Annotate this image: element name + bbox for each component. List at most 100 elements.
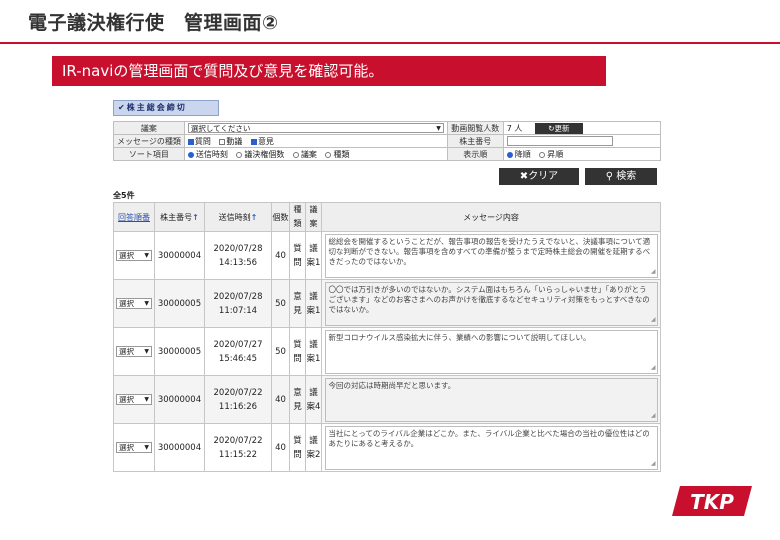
sort-type-label: 種類: [333, 149, 350, 159]
sort-sent-time-option[interactable]: 送信時刻: [187, 149, 228, 159]
agenda-header: 議案: [305, 202, 322, 232]
row-type-b: 見: [293, 401, 302, 412]
row-answer-select[interactable]: 選択 ▼: [116, 298, 152, 309]
row-sent-time: 2020/07/22 11:15:22: [204, 423, 272, 472]
checkbox-checked[interactable]: [250, 138, 257, 145]
row-select-value: 選択: [119, 251, 134, 260]
type-header-b: 類: [293, 219, 302, 228]
row-time: 11:07:14: [218, 305, 258, 316]
row-answer-select[interactable]: 選択 ▼: [116, 346, 152, 357]
banner-caption: IR-naviの管理画面で質問及び意見を確認可能。: [52, 56, 606, 86]
shareholder-no-header[interactable]: 株主番号↑: [154, 202, 205, 232]
row-type-a: 質: [293, 339, 302, 350]
row-agenda: 議案1: [305, 279, 322, 328]
row-select-cell: 選択 ▼: [113, 327, 155, 376]
radio-unselected[interactable]: [292, 151, 299, 158]
shareholder-no-header-label: 株主番号: [160, 212, 193, 222]
agenda-label: 議案: [113, 121, 185, 135]
row-agenda-b: 案1: [306, 257, 321, 268]
row-date: 2020/07/27: [213, 339, 263, 350]
row-message-text: 新型コロナウイルス感染拡大に伴う、業績への影響について説明してほしい。: [328, 332, 591, 342]
row-message-cell: 今回の対応は時期尚早だと思います。 ◢: [321, 375, 661, 424]
resize-grip-icon[interactable]: ◢: [651, 267, 656, 277]
row-date: 2020/07/28: [213, 243, 263, 254]
agenda-select[interactable]: 選択してください ▼: [187, 123, 444, 133]
sort-vote-count-label: 議決権個数: [244, 149, 285, 159]
close-meeting-button[interactable]: ✔ 株主総会締切: [113, 100, 219, 116]
row-message-text: 総総会を開催するということだが、報告事項の報告を受けたうえでないと、決議事項につ…: [328, 236, 651, 266]
row-answer-select[interactable]: 選択 ▼: [116, 250, 152, 261]
shareholder-no-input[interactable]: [506, 136, 613, 146]
radio-unselected[interactable]: [325, 151, 332, 158]
row-type-b: 問: [293, 353, 302, 364]
order-label: 表示順: [446, 147, 504, 161]
chevron-down-icon: ▼: [144, 300, 149, 307]
search-button[interactable]: ⚲ 検索: [585, 168, 657, 185]
row-count: 50: [271, 327, 290, 376]
row-answer-select[interactable]: 選択 ▼: [116, 394, 152, 405]
row-agenda-a: 議: [309, 435, 318, 446]
row-select-cell: 選択 ▼: [113, 279, 155, 328]
row-message-cell: 新型コロナウイルス感染拡大に伴う、業績への影響について説明してほしい。 ◢: [321, 327, 661, 376]
resize-grip-icon[interactable]: ◢: [651, 315, 656, 325]
resize-grip-icon[interactable]: ◢: [651, 459, 656, 469]
row-message-text: 〇〇では万引きが多いのではないか。システム面はもちろん「いらっしゃいませ」「あり…: [328, 284, 650, 314]
message-textarea[interactable]: 今回の対応は時期尚早だと思います。 ◢: [324, 377, 658, 422]
row-message-cell: 当社にとってのライバル企業はどこか。また、ライバル企業と比べた場合の当社の優位性…: [321, 423, 661, 472]
row-date: 2020/07/22: [213, 435, 263, 446]
search-icon: ⚲: [605, 171, 617, 182]
checkbox-unchecked[interactable]: [219, 138, 226, 145]
table-row: 選択 ▼ 30000005 2020/07/28 11:07:14 50 意見議案1 〇〇では…: [113, 279, 661, 328]
row-answer-select[interactable]: 選択 ▼: [116, 442, 152, 453]
sent-time-header-label: 送信時刻: [218, 212, 251, 222]
row-type-a: 質: [293, 435, 302, 446]
sent-time-header[interactable]: 送信時刻↑: [204, 202, 272, 232]
message-textarea[interactable]: 〇〇では万引きが多いのではないか。システム面はもちろん「いらっしゃいませ」「あり…: [324, 281, 658, 326]
row-agenda-b: 案2: [306, 449, 321, 460]
message-textarea[interactable]: 総総会を開催するということだが、報告事項の報告を受けたうえでないと、決議事項につ…: [324, 233, 658, 278]
sort-agenda-option[interactable]: 議案: [292, 150, 317, 159]
viewers-label: 動画閲覧人数: [446, 121, 504, 135]
radio-unselected[interactable]: [539, 151, 546, 158]
radio-selected[interactable]: [187, 151, 194, 158]
row-select-cell: 選択 ▼: [113, 375, 155, 424]
count-header: 個数: [271, 202, 290, 232]
row-message-cell: 〇〇では万引きが多いのではないか。システム面はもちろん「いらっしゃいませ」「あり…: [321, 279, 661, 328]
logo-text: TKP: [690, 490, 734, 514]
checkbox-checked[interactable]: [187, 138, 194, 145]
message-textarea[interactable]: 当社にとってのライバル企業はどこか。また、ライバル企業と比べた場合の当社の優位性…: [324, 425, 658, 470]
row-count: 40: [271, 375, 290, 424]
row-shareholder-no: 30000005: [154, 327, 205, 376]
row-sent-time: 2020/07/28 14:13:56: [204, 231, 272, 280]
row-type-a: 質: [293, 243, 302, 254]
msgtype-opinion-option[interactable]: 意見: [250, 137, 274, 146]
sort-type-option[interactable]: 種類: [325, 150, 349, 159]
order-asc-option[interactable]: 昇順: [539, 150, 563, 159]
sort-sent-time-label: 送信時刻: [195, 149, 228, 159]
row-date: 2020/07/28: [213, 291, 263, 302]
type-header-a: 種: [293, 205, 302, 214]
resize-grip-icon[interactable]: ◢: [651, 411, 656, 421]
resize-grip-icon[interactable]: ◢: [651, 363, 656, 373]
row-agenda-a: 議: [309, 243, 318, 254]
msgtype-motion-option[interactable]: 動議: [219, 137, 242, 146]
message-textarea[interactable]: 新型コロナウイルス感染拡大に伴う、業績への影響について説明してほしい。 ◢: [324, 329, 658, 374]
row-type-b: 見: [293, 305, 302, 316]
order-asc-label: 昇順: [547, 149, 564, 159]
row-sent-time: 2020/07/22 11:16:26: [204, 375, 272, 424]
message-header: メッセージ内容: [321, 202, 661, 232]
radio-selected[interactable]: [506, 151, 513, 158]
msgtype-question-option[interactable]: 質問: [187, 136, 211, 146]
answer-order-header[interactable]: 回答順番: [113, 202, 155, 232]
sort-vote-count-option[interactable]: 議決権個数: [236, 150, 284, 159]
order-desc-option[interactable]: 降順: [506, 150, 531, 159]
row-type: 質問: [289, 231, 306, 280]
radio-unselected[interactable]: [236, 151, 243, 158]
clear-button[interactable]: ✖クリア: [499, 168, 579, 185]
row-select-cell: 選択 ▼: [113, 423, 155, 472]
row-count: 50: [271, 279, 290, 328]
search-label: 検索: [616, 171, 637, 182]
row-select-value: 選択: [119, 299, 134, 308]
msgtype-question-label: 質問: [194, 136, 211, 146]
refresh-button[interactable]: ↻更新: [534, 122, 583, 134]
